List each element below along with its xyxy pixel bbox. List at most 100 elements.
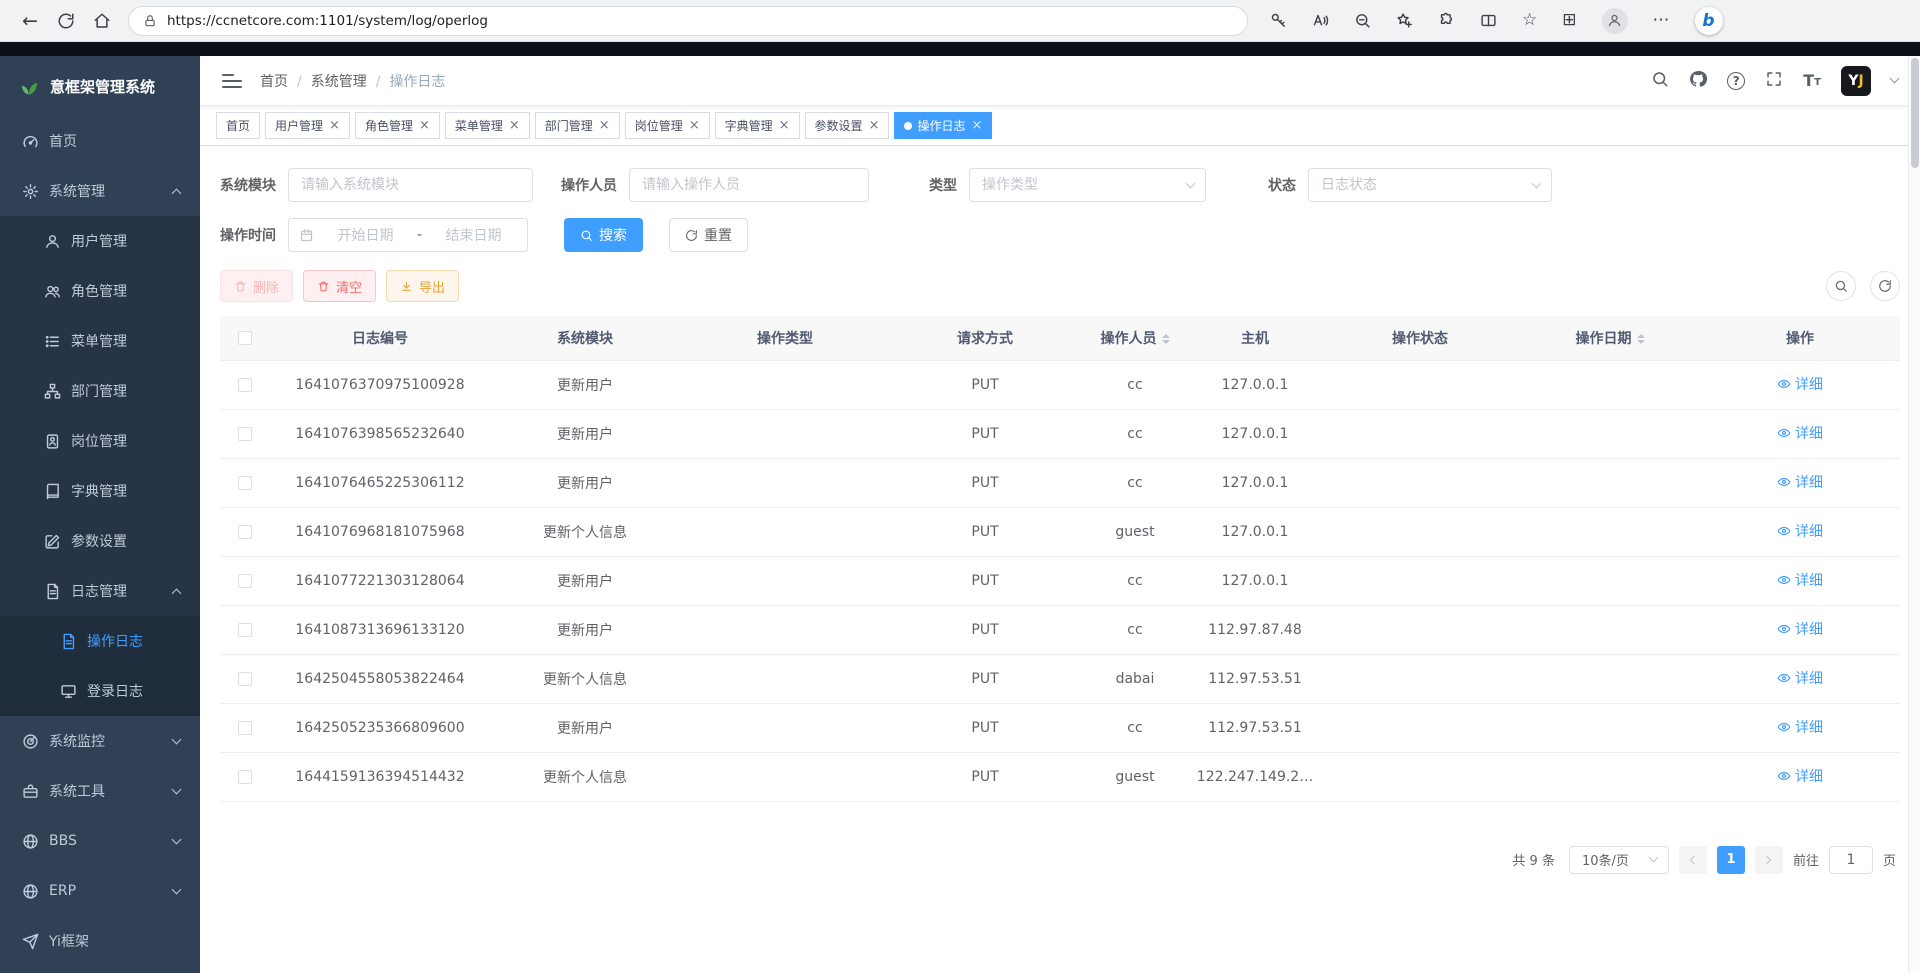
detail-link[interactable]: 详细 [1777, 766, 1823, 786]
avatar-dropdown-caret-icon[interactable] [1890, 74, 1900, 84]
add-favorite-icon[interactable] [1396, 12, 1413, 29]
profile-avatar[interactable] [1602, 8, 1628, 34]
detail-link[interactable]: 详细 [1777, 668, 1823, 688]
collections-icon[interactable]: ⊞ [1562, 12, 1576, 29]
toggle-search-button[interactable] [1826, 271, 1856, 301]
sidebar-item-dept-mgmt[interactable]: 部门管理 [0, 366, 200, 416]
scrollbar-thumb[interactable] [1911, 58, 1919, 168]
type-select[interactable] [969, 168, 1206, 202]
font-size-icon[interactable] [1803, 73, 1821, 89]
row-checkbox[interactable] [238, 770, 252, 784]
sidebar-item-erp[interactable]: ERP [0, 866, 200, 916]
tab-dict-mgmt[interactable]: 字典管理 [715, 112, 800, 139]
tab-close-icon[interactable] [778, 118, 790, 133]
sidebar-item-home[interactable]: 首页 [0, 116, 200, 166]
sidebar-item-param-settings[interactable]: 参数设置 [0, 516, 200, 566]
status-select[interactable] [1308, 168, 1552, 202]
page-size-select[interactable] [1569, 846, 1669, 874]
sidebar-item-post-mgmt[interactable]: 岗位管理 [0, 416, 200, 466]
next-page-button[interactable] [1755, 846, 1783, 874]
detail-link[interactable]: 详细 [1777, 619, 1823, 639]
operator-input[interactable] [629, 168, 869, 202]
sidebar-item-yi-framework[interactable]: Yi框架 [0, 916, 200, 966]
row-checkbox[interactable] [238, 476, 252, 490]
tab-close-icon[interactable] [508, 118, 520, 133]
sidebar-item-log-mgmt[interactable]: 日志管理 [0, 566, 200, 616]
tab-role-mgmt[interactable]: 角色管理 [355, 112, 440, 139]
tab-home[interactable]: 首页 [216, 112, 260, 139]
home-button[interactable] [84, 3, 120, 39]
reload-button[interactable] [48, 3, 84, 39]
sidebar-item-user-mgmt[interactable]: 用户管理 [0, 216, 200, 266]
detail-link[interactable]: 详细 [1777, 472, 1823, 492]
goto-page-input[interactable] [1829, 846, 1873, 874]
fullscreen-icon[interactable] [1765, 70, 1783, 92]
github-icon[interactable] [1689, 70, 1707, 92]
detail-link[interactable]: 详细 [1777, 521, 1823, 541]
reset-button[interactable]: 重置 [669, 218, 748, 252]
row-checkbox[interactable] [238, 672, 252, 686]
sort-caret-icon[interactable] [1162, 330, 1170, 348]
sidebar-item-system-tools[interactable]: 系统工具 [0, 766, 200, 816]
row-checkbox[interactable] [238, 378, 252, 392]
clear-button[interactable]: 清空 [303, 270, 376, 302]
read-aloud-icon[interactable] [1312, 12, 1329, 29]
col-operator[interactable]: 操作人员 [1080, 316, 1190, 360]
copilot-bing-icon[interactable]: b [1695, 7, 1723, 35]
delete-button[interactable]: 删除 [220, 270, 293, 302]
module-input[interactable] [288, 168, 533, 202]
sidebar-item-system-mgmt[interactable]: 系统管理 [0, 166, 200, 216]
tab-oper-log[interactable]: 操作日志 [894, 112, 992, 139]
user-avatar-logo[interactable]: YJ [1841, 66, 1871, 96]
refresh-table-button[interactable] [1870, 271, 1900, 301]
row-checkbox[interactable] [238, 525, 252, 539]
detail-link[interactable]: 详细 [1777, 570, 1823, 590]
tab-close-icon[interactable] [418, 118, 430, 133]
breadcrumb-system-mgmt[interactable]: 系统管理 [288, 71, 367, 91]
sidebar-item-dict-mgmt[interactable]: 字典管理 [0, 466, 200, 516]
date-range-picker[interactable]: 开始日期 - 结束日期 [288, 218, 528, 252]
sidebar-item-menu-mgmt[interactable]: 菜单管理 [0, 316, 200, 366]
tab-close-icon[interactable] [598, 118, 610, 133]
row-checkbox[interactable] [238, 427, 252, 441]
tab-post-mgmt[interactable]: 岗位管理 [625, 112, 710, 139]
detail-link[interactable]: 详细 [1777, 423, 1823, 443]
row-checkbox[interactable] [238, 574, 252, 588]
tab-menu-mgmt[interactable]: 菜单管理 [445, 112, 530, 139]
tab-close-icon[interactable] [328, 118, 340, 133]
tab-close-icon[interactable] [688, 118, 700, 133]
detail-link[interactable]: 详细 [1777, 374, 1823, 394]
export-button[interactable]: 导出 [386, 270, 459, 302]
row-checkbox[interactable] [238, 623, 252, 637]
tab-param-settings[interactable]: 参数设置 [805, 112, 890, 139]
select-all-checkbox[interactable] [238, 331, 252, 345]
breadcrumb-home[interactable]: 首页 [260, 71, 288, 91]
tab-close-icon[interactable] [970, 118, 982, 133]
sidebar-item-login-log[interactable]: 登录日志 [0, 666, 200, 716]
password-key-icon[interactable] [1270, 12, 1287, 29]
more-menu-icon[interactable]: ⋯ [1653, 12, 1670, 29]
sort-caret-icon[interactable] [1637, 330, 1645, 348]
sidebar-item-oper-log[interactable]: 操作日志 [0, 616, 200, 666]
tab-user-mgmt[interactable]: 用户管理 [265, 112, 350, 139]
tab-close-icon[interactable] [868, 118, 880, 133]
sidebar-toggle-icon[interactable] [222, 74, 242, 88]
split-screen-icon[interactable] [1480, 12, 1497, 29]
prev-page-button[interactable] [1679, 846, 1707, 874]
detail-link[interactable]: 详细 [1777, 717, 1823, 737]
sidebar-item-role-mgmt[interactable]: 角色管理 [0, 266, 200, 316]
favorites-icon[interactable]: ☆ [1522, 12, 1537, 29]
header-search-icon[interactable] [1651, 70, 1669, 92]
extensions-icon[interactable] [1438, 12, 1455, 29]
zoom-out-icon[interactable] [1354, 12, 1371, 29]
back-button[interactable]: ← [12, 3, 48, 39]
col-date[interactable]: 操作日期 [1520, 316, 1700, 360]
browser-scrollbar[interactable] [1908, 56, 1920, 973]
address-bar[interactable]: https://ccnetcore.com:1101/system/log/op… [128, 6, 1248, 36]
search-button[interactable]: 搜索 [564, 218, 643, 252]
help-icon[interactable]: ? [1727, 72, 1745, 90]
sidebar-item-bbs[interactable]: BBS [0, 816, 200, 866]
sidebar-item-system-monitor[interactable]: 系统监控 [0, 716, 200, 766]
row-checkbox[interactable] [238, 721, 252, 735]
current-page[interactable]: 1 [1717, 846, 1745, 874]
